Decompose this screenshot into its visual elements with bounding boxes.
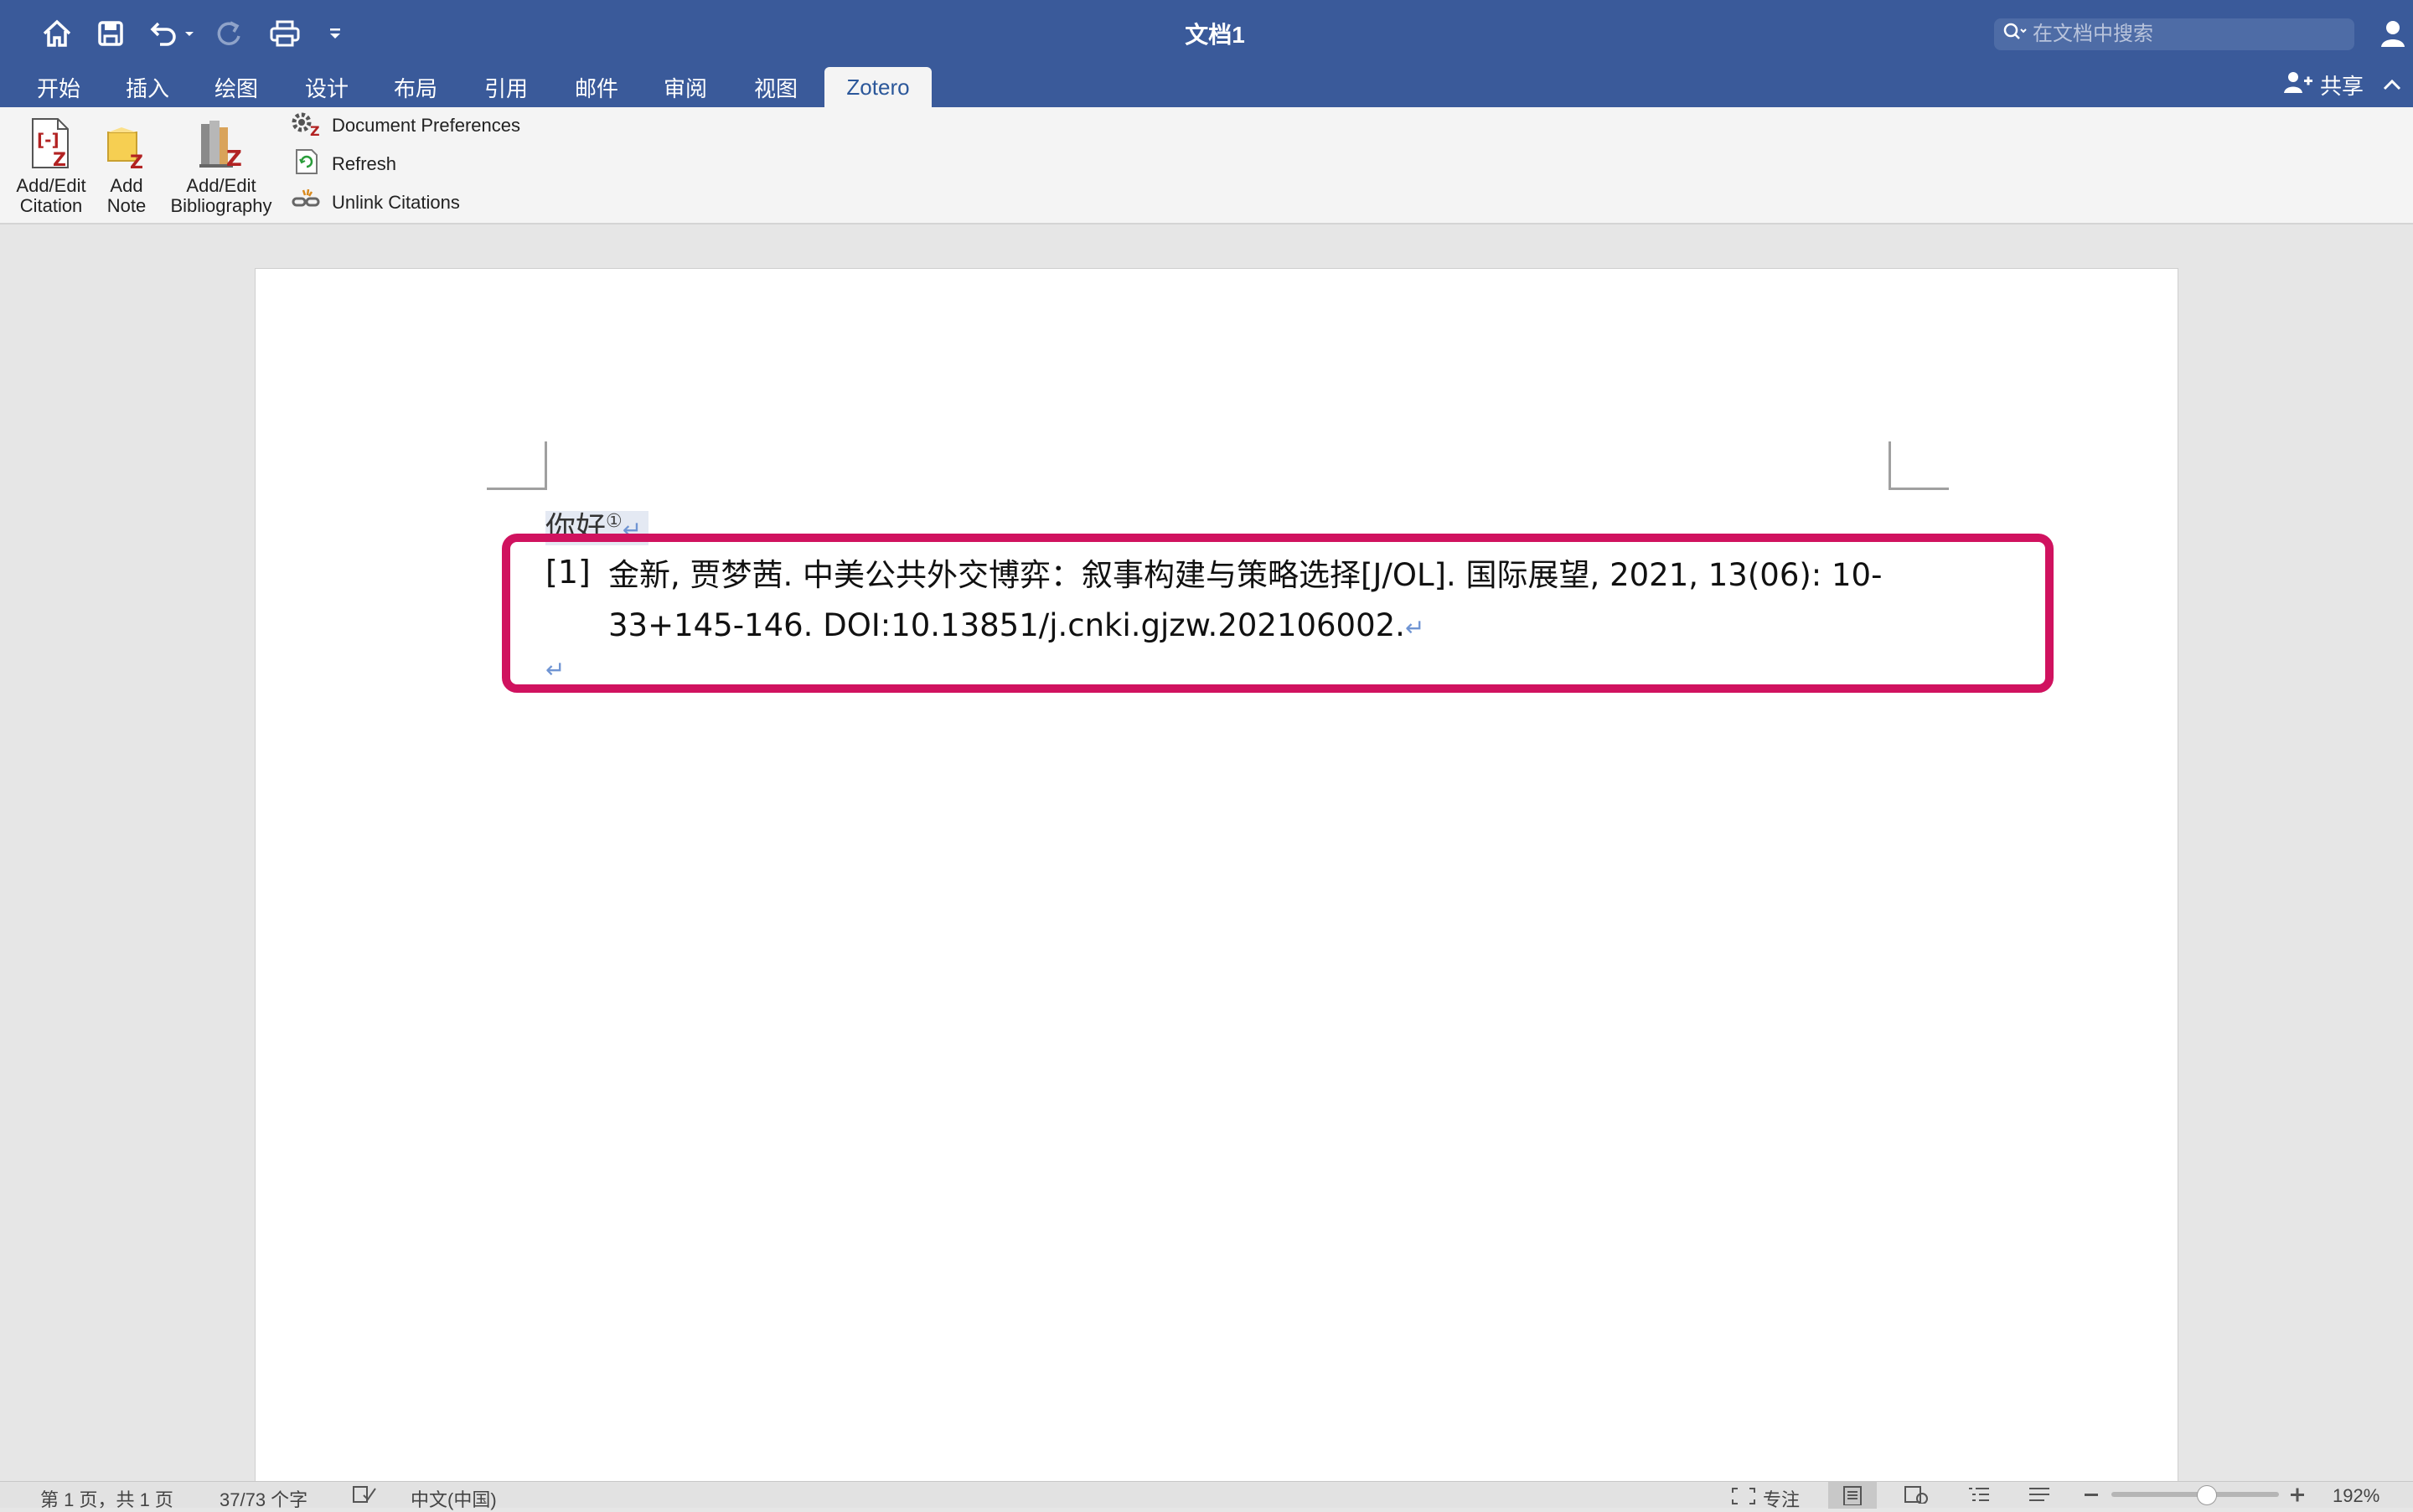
- add-note-button[interactable]: Z Add Note: [97, 116, 156, 216]
- tab-insert[interactable]: 插入: [112, 67, 183, 107]
- unlink-icon: [290, 187, 323, 219]
- home-icon[interactable]: [39, 13, 75, 54]
- refresh-label: Refresh: [332, 153, 397, 174]
- highlight-annotation-box: [502, 534, 2054, 693]
- svg-text:[-]: [-]: [37, 130, 59, 150]
- document-page[interactable]: 你好①↵ [1] 金新, 贾梦茜. 中美公共外交博弈：叙事构建与策略选择[J/O…: [255, 268, 2178, 1508]
- zoom-slider-handle[interactable]: [2197, 1485, 2217, 1505]
- search-icon: [2002, 22, 2028, 48]
- customize-toolbar-icon[interactable]: [327, 13, 344, 54]
- tab-references[interactable]: 引用: [471, 67, 541, 107]
- add-edit-bibliography-label-2: Bibliography: [170, 195, 272, 216]
- svg-text:Z: Z: [226, 147, 242, 171]
- tab-home[interactable]: 开始: [23, 67, 94, 107]
- add-edit-bibliography-button[interactable]: Z Add/Edit Bibliography: [166, 116, 276, 216]
- search-input[interactable]: [2031, 22, 2333, 47]
- add-edit-citation-label-2: Citation: [19, 195, 83, 216]
- focus-label: 专注: [1763, 1489, 1801, 1510]
- zoom-in-button[interactable]: [2289, 1485, 2306, 1504]
- svg-text:Z: Z: [130, 152, 143, 171]
- document-title: 文档1: [1185, 22, 1245, 48]
- search-box[interactable]: [1994, 18, 2354, 50]
- ribbon-tabs: 开始 插入 绘图 设计 布局 引用 邮件 审阅 视图 Zotero 共享: [0, 67, 2413, 107]
- tab-zotero[interactable]: Zotero: [824, 67, 932, 107]
- title-bar: 文档1: [0, 0, 2413, 67]
- tab-mailings[interactable]: 邮件: [561, 67, 632, 107]
- zoom-level[interactable]: 192%: [2333, 1485, 2379, 1507]
- gear-icon: Z: [290, 109, 323, 142]
- zoom-out-button[interactable]: [2083, 1485, 2100, 1504]
- refresh-button[interactable]: Refresh: [290, 149, 396, 179]
- document-preferences-label: Document Preferences: [332, 115, 520, 136]
- citation-icon: [-] Z: [28, 116, 75, 171]
- word-count[interactable]: 37/73 个字: [220, 1485, 307, 1512]
- redo-icon[interactable]: [213, 13, 246, 54]
- tab-layout[interactable]: 布局: [380, 67, 451, 107]
- page-info[interactable]: 第 1 页，共 1 页: [40, 1485, 173, 1512]
- collapse-ribbon-icon[interactable]: [2379, 67, 2405, 102]
- outline-view-icon[interactable]: [1967, 1485, 1991, 1504]
- note-icon: Z: [103, 116, 150, 171]
- status-bar: 第 1 页，共 1 页 37/73 个字 中文(中国) 专注 192%: [0, 1481, 2413, 1510]
- tab-draw[interactable]: 绘图: [201, 67, 271, 107]
- add-edit-citation-label-1: Add/Edit: [16, 175, 86, 196]
- crop-mark-left: [487, 441, 547, 490]
- language[interactable]: 中文(中国): [411, 1485, 497, 1512]
- add-edit-citation-button[interactable]: [-] Z Add/Edit Citation: [8, 116, 94, 216]
- save-icon[interactable]: [92, 13, 129, 54]
- tab-review[interactable]: 审阅: [650, 67, 721, 107]
- citation-marker: ①: [606, 511, 623, 532]
- zotero-ribbon: [-] Z Add/Edit Citation Z Add Note Z Add…: [0, 107, 2413, 224]
- tab-design[interactable]: 设计: [292, 67, 362, 107]
- undo-icon[interactable]: [146, 13, 199, 54]
- account-icon[interactable]: [2378, 13, 2411, 54]
- draft-view-icon[interactable]: [2028, 1485, 2051, 1504]
- add-edit-bibliography-label-1: Add/Edit: [186, 175, 256, 196]
- add-person-icon: [2283, 70, 2313, 100]
- svg-text:Z: Z: [310, 123, 320, 137]
- unlink-citations-label: Unlink Citations: [332, 192, 460, 213]
- add-note-label-2: Note: [106, 195, 147, 216]
- focus-mode-button[interactable]: 专注: [1731, 1485, 1800, 1512]
- tab-view[interactable]: 视图: [741, 67, 811, 107]
- proofing-icon[interactable]: [352, 1485, 377, 1504]
- print-layout-view-icon[interactable]: [1828, 1482, 1877, 1509]
- add-note-label-1: Add: [110, 175, 143, 196]
- focus-icon: [1731, 1487, 1756, 1510]
- web-layout-view-icon[interactable]: [1904, 1485, 1929, 1504]
- zoom-slider[interactable]: [2111, 1492, 2279, 1497]
- bibliography-icon: Z: [194, 116, 248, 171]
- share-button[interactable]: 共享: [2283, 67, 2364, 102]
- document-preferences-button[interactable]: Z Document Preferences: [290, 111, 520, 141]
- print-icon[interactable]: [266, 13, 303, 54]
- svg-text:Z: Z: [53, 150, 66, 171]
- refresh-icon: [290, 148, 323, 180]
- share-label: 共享: [2320, 73, 2364, 99]
- unlink-citations-button[interactable]: Unlink Citations: [290, 188, 460, 218]
- crop-mark-right: [1889, 441, 1949, 490]
